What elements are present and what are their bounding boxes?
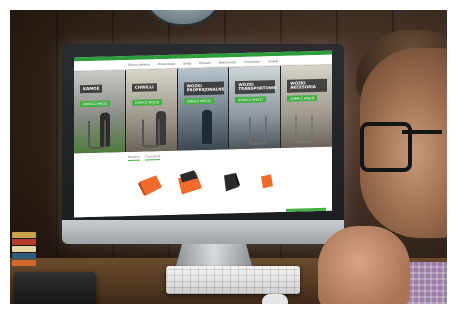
monitor-chin [62,220,344,244]
nav-item-returns[interactable]: Reklamacje [219,60,236,64]
product-1[interactable] [136,173,164,198]
tab-new[interactable]: Nowości [128,154,141,161]
nav-item-shop[interactable]: Sklep [183,61,191,65]
hero-panel-1[interactable]: KAMOE ZOBACZ WIĘCEJ [74,70,125,154]
hero-panel-1-cta[interactable]: ZOBACZ WIĘCEJ [80,100,111,108]
desk-lamp-base [14,272,96,310]
product-grid [74,156,332,218]
nav-item-info[interactable]: Informacje [244,59,260,63]
nav-item-home[interactable]: Strona główna [128,62,150,67]
green-footer-button[interactable] [286,207,326,213]
keyboard [166,266,300,294]
monitor: Strona główna Prezentacja Sklep Kontakt … [62,44,344,244]
product-3[interactable] [220,171,242,194]
nav-item-search[interactable]: Szukaj [268,59,278,63]
office-scene: Strona główna Prezentacja Sklep Kontakt … [0,0,457,314]
product-4[interactable] [258,172,276,190]
hero-panel-2[interactable]: CHWILLI ZOBACZ WIĘCEJ [125,68,177,153]
hero-panel-3[interactable]: WÓZKI PROFESJONALNE ZOBACZ WIĘCEJ [177,67,229,151]
hero-panel-4[interactable]: WÓZKI TRANSPORTOWE ZOBACZ WIĘCEJ [229,65,281,150]
hero-panel-3-label: WÓZKI PROFESJONALNE [183,81,224,96]
hero-panel-1-label: KAMOE [80,84,103,94]
book-stack [12,232,36,272]
hero-panel-5-label: WÓZKI AKCESORIA [287,78,328,93]
hero-panel-5[interactable]: WÓZKI AKCESORIA ZOBACZ WIĘCEJ [281,64,332,148]
hero-panel-2-label: CHWILLI [131,83,157,93]
hand [318,226,410,314]
hero-panel-4-label: WÓZKI TRANSPORTOWE [235,80,276,94]
hero-panel-5-cta[interactable]: ZOBACZ WIĘCEJ [287,95,318,102]
monitor-screen: Strona główna Prezentacja Sklep Kontakt … [74,50,332,218]
nav-item-contact[interactable]: Kontakt [199,60,210,64]
tab-popular[interactable]: Popularne [145,154,161,161]
hero-panel-2-cta[interactable]: ZOBACZ WIĘCEJ [131,99,162,106]
glasses-temple [402,130,442,134]
hero-banner: KAMOE ZOBACZ WIĘCEJ CHWILLI ZOBACZ WIĘCE… [74,64,332,154]
hero-panel-3-cta[interactable]: ZOBACZ WIĘCEJ [183,97,214,105]
nav-item-presentation[interactable]: Prezentacja [158,61,175,65]
hero-panel-4-cta[interactable]: ZOBACZ WIĘCEJ [235,96,266,104]
mouse [262,294,288,310]
product-2[interactable] [174,168,206,197]
